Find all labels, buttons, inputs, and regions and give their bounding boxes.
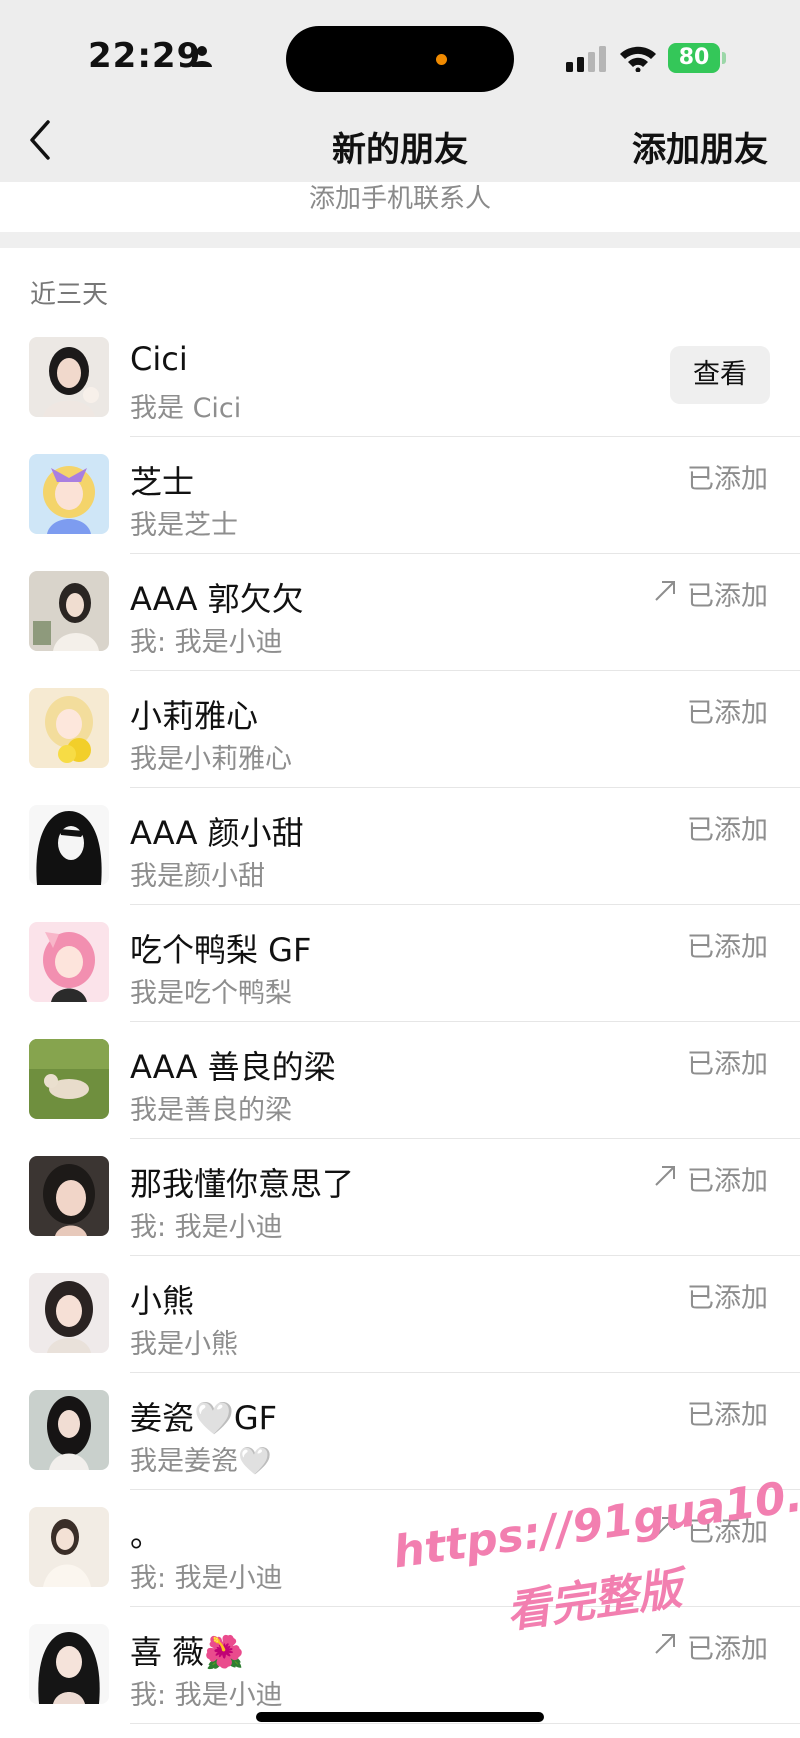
avatar: [29, 1039, 109, 1119]
friend-name: 小莉雅心: [130, 697, 259, 735]
row-divider: [130, 1723, 800, 1724]
battery-tip: [722, 52, 726, 64]
avatar: [29, 454, 109, 534]
list-item[interactable]: 那我懂你意思了 我: 我是小迪 已添加: [0, 1139, 800, 1256]
avatar: [29, 571, 109, 651]
friend-name: 那我懂你意思了: [130, 1165, 355, 1203]
avatar: [29, 1156, 109, 1236]
added-status: 已添加: [687, 464, 768, 495]
arrow-up-right-icon: [655, 1166, 675, 1186]
status-bar: 22:29 80: [0, 0, 800, 100]
added-status: 已添加: [687, 581, 768, 612]
added-status: 已添加: [687, 1283, 768, 1314]
added-status: 已添加: [687, 1634, 768, 1665]
added-status: 已添加: [687, 698, 768, 729]
friend-message: 我是小莉雅心: [130, 744, 292, 775]
added-status: 已添加: [687, 1049, 768, 1080]
battery-level: 80: [668, 43, 720, 73]
section-divider: [0, 232, 800, 248]
friend-message: 我是姜瓷🤍: [130, 1446, 272, 1477]
friend-message: 我是芝士: [130, 510, 238, 541]
added-status: 已添加: [687, 815, 768, 846]
added-status: 已添加: [687, 1517, 768, 1548]
avatar: [29, 1507, 109, 1587]
friend-name: AAA 郭欠欠: [130, 580, 304, 618]
view-button[interactable]: 查看: [670, 346, 770, 404]
home-indicator: [256, 1712, 544, 1722]
friend-message: 我是吃个鸭梨: [130, 978, 292, 1009]
friend-name: 吃个鸭梨 GF: [130, 931, 312, 969]
list-item[interactable]: 姜瓷🤍GF 我是姜瓷🤍 已添加: [0, 1373, 800, 1490]
avatar: [29, 688, 109, 768]
list-item[interactable]: 喜 薇🌺 我: 我是小迪 已添加: [0, 1607, 800, 1724]
arrow-up-right-icon: [655, 1517, 675, 1537]
dynamic-island: [286, 26, 514, 92]
avatar: [29, 337, 109, 417]
list-item[interactable]: 吃个鸭梨 GF 我是吃个鸭梨 已添加: [0, 905, 800, 1022]
friend-name: AAA 颜小甜: [130, 814, 304, 852]
section-label-recent: 近三天: [30, 280, 109, 310]
avatar: [29, 1390, 109, 1470]
nav-bar: 新的朋友 添加朋友: [0, 100, 800, 182]
friend-name: AAA 善良的梁: [130, 1048, 336, 1086]
friend-name: 姜瓷🤍GF: [130, 1399, 278, 1437]
avatar: [29, 1624, 109, 1704]
add-friend-button[interactable]: 添加朋友: [632, 122, 768, 171]
friend-message: 我是小熊: [130, 1329, 238, 1360]
friend-message: 我: 我是小迪: [130, 627, 283, 658]
friend-message: 我是颜小甜: [130, 861, 265, 892]
friend-message: 我是 Cici: [130, 393, 242, 424]
friend-name: 小熊: [130, 1282, 195, 1320]
arrow-up-right-icon: [655, 1634, 675, 1654]
friend-name: 。: [130, 1516, 163, 1554]
arrow-up-right-icon: [655, 581, 675, 601]
added-status: 已添加: [687, 932, 768, 963]
wifi-icon: [620, 46, 656, 72]
list-item[interactable]: 。 我: 我是小迪 已添加: [0, 1490, 800, 1607]
privacy-indicator-dot: [436, 54, 447, 65]
list-item[interactable]: AAA 颜小甜 我是颜小甜 已添加: [0, 788, 800, 905]
added-status: 已添加: [687, 1400, 768, 1431]
new-friends-list: Cici 我是 Cici 查看 芝士 我是芝士 已添加 AAA 郭欠欠 我: 我…: [0, 320, 800, 1724]
list-item[interactable]: Cici 我是 Cici 查看: [0, 320, 800, 437]
list-item[interactable]: 小熊 我是小熊 已添加: [0, 1256, 800, 1373]
list-item[interactable]: AAA 善良的梁 我是善良的梁 已添加: [0, 1022, 800, 1139]
avatar: [29, 922, 109, 1002]
list-item[interactable]: AAA 郭欠欠 我: 我是小迪 已添加: [0, 554, 800, 671]
friend-name: 喜 薇🌺: [130, 1633, 245, 1671]
added-status: 已添加: [687, 1166, 768, 1197]
cellular-signal-icon: [566, 46, 606, 72]
add-phone-contacts-link[interactable]: 添加手机联系人: [0, 182, 800, 232]
list-item[interactable]: 小莉雅心 我是小莉雅心 已添加: [0, 671, 800, 788]
list-item[interactable]: 芝士 我是芝士 已添加: [0, 437, 800, 554]
person-icon: [192, 46, 212, 67]
friend-message: 我是善良的梁: [130, 1095, 292, 1126]
friend-message: 我: 我是小迪: [130, 1212, 283, 1243]
friend-message: 我: 我是小迪: [130, 1680, 283, 1711]
friend-message: 我: 我是小迪: [130, 1563, 283, 1594]
friend-name: Cici: [130, 340, 188, 378]
friend-name: 芝士: [130, 463, 195, 501]
avatar: [29, 1273, 109, 1353]
status-time: 22:29: [88, 36, 202, 76]
avatar: [29, 805, 109, 885]
